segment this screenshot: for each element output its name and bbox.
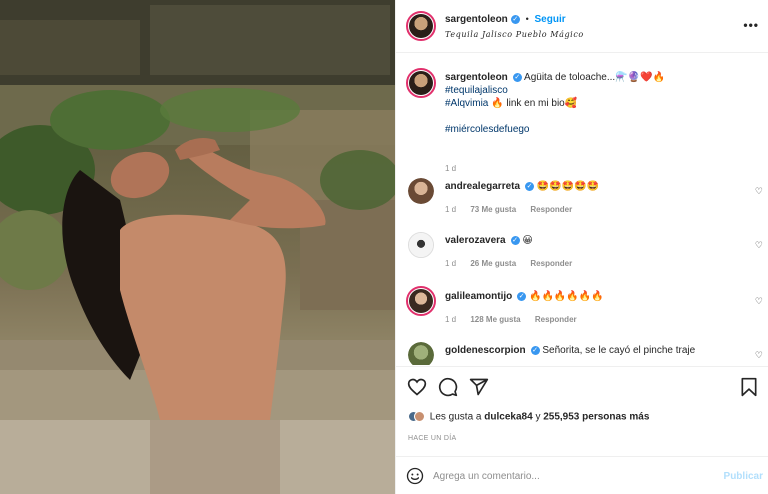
- comment-body: 🤩🤩🤩🤩🤩: [536, 181, 600, 192]
- comment-body: Señorita, se le cayó el pinche traje: [542, 345, 696, 356]
- comment-text: goldenescorpion ✓ Señorita, se le cayó el…: [445, 344, 695, 357]
- caption-username[interactable]: sargentoleon: [445, 72, 508, 83]
- comment-body: 🔥🔥🔥🔥🔥🔥: [529, 291, 604, 302]
- comment-username[interactable]: galileamontijo: [445, 291, 512, 302]
- header-separator: •: [525, 14, 529, 24]
- liker-avatars: [408, 411, 425, 423]
- hashtag-link[interactable]: #tequilajalisco: [445, 85, 508, 96]
- comment-avatar[interactable]: [406, 286, 436, 316]
- post-time[interactable]: HACE UN DÍA: [408, 435, 456, 442]
- caption-meta: 1 d: [445, 164, 468, 173]
- emoji-icon[interactable]: [406, 467, 424, 485]
- caption-age: 1 d: [445, 164, 457, 173]
- comment-username[interactable]: goldenescorpion: [445, 345, 526, 356]
- comment-username[interactable]: andrealegarreta: [445, 181, 520, 192]
- liker-username[interactable]: dulceka84: [484, 412, 532, 423]
- instagram-post-view: sargentoleon ✓ • Seguir Tequila Jalisco P…: [0, 0, 768, 494]
- comment-text: galileamontijo ✓ 🔥🔥🔥🔥🔥🔥: [445, 290, 604, 303]
- hashtag-link[interactable]: #Alqvimia: [445, 98, 488, 109]
- comment-meta: 1 d 73 Me gusta Responder: [445, 205, 584, 214]
- likes-count[interactable]: 255,953 personas más: [543, 412, 649, 423]
- post-header: sargentoleon ✓ • Seguir Tequila Jalisco P…: [396, 0, 768, 53]
- verified-badge-icon: ✓: [517, 291, 527, 301]
- comment-body: 😀: [522, 235, 533, 246]
- caption-text: sargentoleon ✓ Agüita de toloache...⚗️🔮❤️…: [445, 71, 755, 136]
- comment-like-heart-icon[interactable]: ♡: [755, 296, 763, 307]
- comment-like-heart-icon[interactable]: ♡: [755, 350, 763, 361]
- comment-meta: 1 d 26 Me gusta Responder: [445, 259, 584, 268]
- caption-line1: Agüita de toloache...⚗️🔮❤️🔥: [524, 72, 666, 83]
- comment-age: 1 d: [445, 315, 457, 324]
- likes-prefix: Les gusta a: [429, 411, 482, 423]
- comment-likes[interactable]: 128 Me gusta: [470, 315, 520, 324]
- caption-avatar[interactable]: [406, 68, 436, 98]
- likes-summary[interactable]: Les gusta a dulceka84 y 255,953 personas…: [408, 411, 649, 423]
- hashtag-link[interactable]: #miércolesdefuego: [445, 124, 530, 135]
- more-options-icon[interactable]: •••: [743, 18, 759, 32]
- post-location[interactable]: Tequila Jalisco Pueblo Mágico: [445, 30, 584, 39]
- comment-text: andrealegarreta ✓ 🤩🤩🤩🤩🤩: [445, 180, 599, 193]
- photo-illustration: [0, 0, 395, 494]
- comment-like-heart-icon[interactable]: ♡: [755, 186, 763, 197]
- publish-button[interactable]: Publicar: [724, 471, 763, 482]
- verified-badge-icon: ✓: [510, 235, 520, 245]
- comment-age: 1 d: [445, 205, 457, 214]
- verified-badge-icon: ✓: [525, 181, 535, 191]
- comment-likes[interactable]: 26 Me gusta: [470, 259, 516, 268]
- comment-like-heart-icon[interactable]: ♡: [755, 240, 763, 251]
- comment-avatar[interactable]: [408, 232, 434, 258]
- comment-item: galileamontijo ✓ 🔥🔥🔥🔥🔥🔥 ♡ 1 d 128 Me gust…: [396, 286, 768, 336]
- comment-text: valerozavera ✓ 😀: [445, 234, 533, 247]
- bookmark-icon[interactable]: [739, 377, 759, 397]
- author-avatar[interactable]: [406, 11, 436, 41]
- comment-likes[interactable]: 73 Me gusta: [470, 205, 516, 214]
- comment-item: goldenescorpion ✓ Señorita, se le cayó el…: [396, 342, 768, 365]
- post-side-panel: sargentoleon ✓ • Seguir Tequila Jalisco P…: [395, 0, 768, 494]
- comments-list[interactable]: sargentoleon ✓ Agüita de toloache...⚗️🔮❤️…: [396, 54, 768, 365]
- comment-icon[interactable]: [438, 377, 458, 397]
- heart-icon[interactable]: [407, 377, 427, 397]
- comment-username[interactable]: valerozavera: [445, 235, 506, 246]
- caption-item: sargentoleon ✓ Agüita de toloache...⚗️🔮❤️…: [396, 68, 768, 178]
- comment-item: andrealegarreta ✓ 🤩🤩🤩🤩🤩 ♡ 1 d 73 Me gusta…: [396, 178, 768, 228]
- post-actions: Les gusta a dulceka84 y 255,953 personas…: [396, 366, 768, 494]
- reply-button[interactable]: Responder: [530, 259, 572, 268]
- verified-badge-icon: ✓: [530, 345, 540, 355]
- post-photo[interactable]: [0, 0, 395, 494]
- comment-input[interactable]: [433, 467, 693, 485]
- comment-avatar[interactable]: [408, 342, 434, 365]
- comment-avatar[interactable]: [408, 178, 434, 204]
- author-username[interactable]: sargentoleon: [445, 14, 508, 25]
- comment-age: 1 d: [445, 259, 457, 268]
- verified-badge-icon: ✓: [512, 72, 522, 82]
- share-icon[interactable]: [469, 377, 489, 397]
- reply-button[interactable]: Responder: [535, 315, 577, 324]
- comment-item: valerozavera ✓ 😀 ♡ 1 d 26 Me gusta Respon…: [396, 232, 768, 282]
- header-user-line: sargentoleon ✓ • Seguir: [445, 14, 566, 25]
- likes-middle: y: [535, 411, 541, 423]
- add-comment-bar: Publicar: [396, 456, 768, 494]
- verified-badge-icon: ✓: [510, 14, 520, 24]
- comment-meta: 1 d 128 Me gusta Responder: [445, 315, 589, 324]
- follow-button[interactable]: Seguir: [535, 14, 566, 25]
- reply-button[interactable]: Responder: [530, 205, 572, 214]
- caption-line3: 🔥 link en mi bio🥰: [491, 98, 578, 109]
